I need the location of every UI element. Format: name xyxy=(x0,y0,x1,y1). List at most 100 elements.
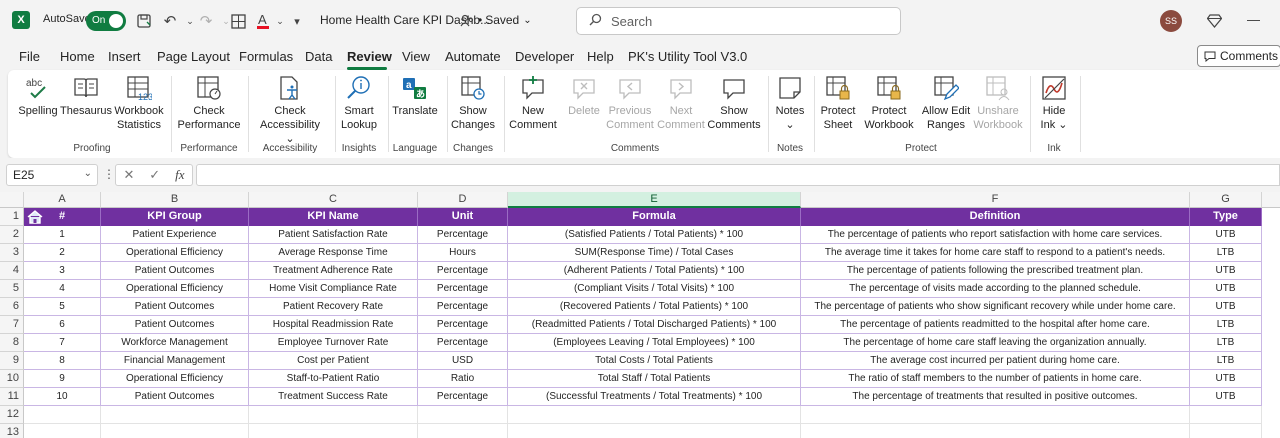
empty-cell[interactable] xyxy=(249,424,418,438)
empty-cell[interactable] xyxy=(101,406,249,424)
table-cell[interactable]: UTB xyxy=(1190,298,1262,316)
tab-page-layout[interactable]: Page Layout xyxy=(157,49,230,64)
table-cell[interactable]: Percentage xyxy=(418,334,508,352)
translate-button[interactable]: aあ Translate xyxy=(392,75,438,118)
hide-ink-button[interactable]: Hide Ink ⌄ xyxy=(1034,75,1074,132)
smart-lookup-button[interactable]: Smart Lookup xyxy=(338,75,380,132)
excel-logo-icon[interactable]: X xyxy=(12,11,30,29)
table-cell[interactable]: Patient Recovery Rate xyxy=(249,298,418,316)
save-icon[interactable] xyxy=(134,11,154,31)
tab-review[interactable]: Review xyxy=(347,49,392,64)
table-cell[interactable]: UTB xyxy=(1190,370,1262,388)
table-cell[interactable]: Operational Efficiency xyxy=(101,370,249,388)
tab-file[interactable]: File xyxy=(19,49,40,64)
undo-icon[interactable]: ↶ xyxy=(160,11,180,31)
table-cell[interactable]: 3 xyxy=(24,262,101,280)
tab-pk-utility-tool[interactable]: PK's Utility Tool V3.0 xyxy=(628,49,747,64)
table-cell[interactable]: Percentage xyxy=(418,262,508,280)
insert-function-icon[interactable]: fx xyxy=(175,167,184,183)
empty-cell[interactable] xyxy=(24,406,101,424)
more-options-icon[interactable]: ⋮ xyxy=(103,167,115,181)
column-header-g[interactable]: G xyxy=(1190,192,1262,208)
tab-help[interactable]: Help xyxy=(587,49,614,64)
table-header-cell[interactable]: Unit xyxy=(418,208,508,226)
row-header-5[interactable]: 5 xyxy=(0,280,24,298)
table-cell[interactable]: Workforce Management xyxy=(101,334,249,352)
new-comment-button[interactable]: New Comment xyxy=(508,75,558,132)
empty-cell[interactable] xyxy=(418,424,508,438)
table-header-cell[interactable]: KPI Group xyxy=(101,208,249,226)
table-header-cell[interactable]: Formula xyxy=(508,208,801,226)
save-status[interactable]: • Saved ⌄ xyxy=(478,13,532,27)
empty-cell[interactable] xyxy=(508,424,801,438)
empty-cell[interactable] xyxy=(24,424,101,438)
cancel-icon[interactable]: ✕ xyxy=(123,167,134,183)
empty-cell[interactable] xyxy=(508,406,801,424)
tab-view[interactable]: View xyxy=(402,49,430,64)
empty-cell[interactable] xyxy=(249,406,418,424)
table-cell[interactable]: Percentage xyxy=(418,388,508,406)
row-header-9[interactable]: 9 xyxy=(0,352,24,370)
check-accessibility-button[interactable]: Check Accessibility ⌄ xyxy=(254,75,326,146)
tab-formulas[interactable]: Formulas xyxy=(239,49,293,64)
home-icon[interactable] xyxy=(26,209,44,225)
table-cell[interactable]: Hours xyxy=(418,244,508,262)
table-cell[interactable]: Average Response Time xyxy=(249,244,418,262)
row-header-10[interactable]: 10 xyxy=(0,370,24,388)
table-cell[interactable]: (Satisfied Patients / Total Patients) * … xyxy=(508,226,801,244)
previous-comment-button[interactable]: Previous Comment xyxy=(604,75,656,132)
tab-insert[interactable]: Insert xyxy=(108,49,141,64)
next-comment-button[interactable]: Next Comment xyxy=(657,75,705,132)
table-cell[interactable]: The percentage of patients readmitted to… xyxy=(801,316,1190,334)
table-cell[interactable]: 5 xyxy=(24,298,101,316)
table-cell[interactable]: The percentage of treatments that result… xyxy=(801,388,1190,406)
customize-toolbar-icon[interactable]: ▾ xyxy=(287,11,307,31)
table-cell[interactable]: Percentage xyxy=(418,316,508,334)
table-cell[interactable]: Treatment Success Rate xyxy=(249,388,418,406)
thesaurus-button[interactable]: Thesaurus xyxy=(60,75,112,118)
table-cell[interactable]: LTB xyxy=(1190,316,1262,334)
table-cell[interactable]: LTB xyxy=(1190,334,1262,352)
table-cell[interactable]: The ratio of staff members to the number… xyxy=(801,370,1190,388)
table-cell[interactable]: UTB xyxy=(1190,226,1262,244)
table-header-cell[interactable]: Type xyxy=(1190,208,1262,226)
table-cell[interactable]: Patient Outcomes xyxy=(101,388,249,406)
enter-icon[interactable]: ✓ xyxy=(149,167,160,183)
redo-icon[interactable]: ↷ xyxy=(196,11,216,31)
comments-button[interactable]: Comments xyxy=(1197,45,1280,67)
table-cell[interactable]: (Adherent Patients / Total Patients) * 1… xyxy=(508,262,801,280)
table-cell[interactable]: Percentage xyxy=(418,226,508,244)
unshare-workbook-button[interactable]: Unshare Workbook xyxy=(972,75,1024,132)
protect-sheet-button[interactable]: Protect Sheet xyxy=(818,75,858,132)
table-cell[interactable]: Operational Efficiency xyxy=(101,244,249,262)
show-changes-button[interactable]: Show Changes xyxy=(450,75,496,132)
tab-data[interactable]: Data xyxy=(305,49,332,64)
table-cell[interactable]: (Employees Leaving / Total Employees) * … xyxy=(508,334,801,352)
table-cell[interactable]: Patient Outcomes xyxy=(101,262,249,280)
table-cell[interactable]: Home Visit Compliance Rate xyxy=(249,280,418,298)
row-header-13[interactable]: 13 xyxy=(0,424,24,438)
select-all-corner[interactable] xyxy=(0,192,24,208)
empty-cell[interactable] xyxy=(1190,424,1262,438)
table-cell[interactable]: 2 xyxy=(24,244,101,262)
table-cell[interactable]: Cost per Patient xyxy=(249,352,418,370)
table-cell[interactable]: Employee Turnover Rate xyxy=(249,334,418,352)
name-box[interactable]: E25 ⌄ xyxy=(6,164,98,186)
formula-input[interactable] xyxy=(196,164,1280,186)
table-cell[interactable]: (Readmitted Patients / Total Discharged … xyxy=(508,316,801,334)
empty-cell[interactable] xyxy=(801,406,1190,424)
row-header-3[interactable]: 3 xyxy=(0,244,24,262)
allow-edit-ranges-button[interactable]: Allow Edit Ranges xyxy=(918,75,974,132)
column-header-e[interactable]: E xyxy=(508,192,801,208)
row-header-2[interactable]: 2 xyxy=(0,226,24,244)
table-cell[interactable]: 7 xyxy=(24,334,101,352)
table-cell[interactable]: Total Costs / Total Patients xyxy=(508,352,801,370)
table-cell[interactable]: The percentage of patients who show sign… xyxy=(801,298,1190,316)
table-cell[interactable]: USD xyxy=(418,352,508,370)
table-cell[interactable]: 8 xyxy=(24,352,101,370)
table-cell[interactable]: Patient Satisfaction Rate xyxy=(249,226,418,244)
table-cell[interactable]: Patient Outcomes xyxy=(101,316,249,334)
table-cell[interactable]: The percentage of patients following the… xyxy=(801,262,1190,280)
table-cell[interactable]: UTB xyxy=(1190,388,1262,406)
check-performance-button[interactable]: Check Performance xyxy=(176,75,242,132)
